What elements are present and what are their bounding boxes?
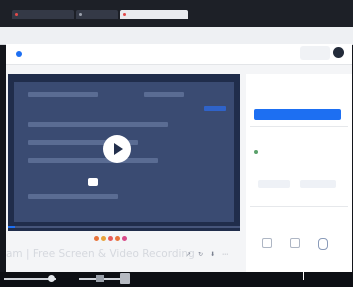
reaction-icon[interactable] (108, 236, 113, 241)
refresh-icon[interactable]: ↻ (198, 252, 204, 258)
video-content-line (28, 194, 118, 199)
reaction-icon[interactable] (115, 236, 120, 241)
video-content-button (204, 106, 226, 111)
speed-option-selected[interactable] (88, 178, 98, 186)
privacy-option-button[interactable] (300, 180, 336, 188)
header-button[interactable] (300, 46, 330, 60)
video-progress-bar[interactable] (8, 226, 240, 228)
browser-tab-active[interactable] (120, 10, 188, 19)
speed-option[interactable] (70, 178, 84, 186)
edit-icon[interactable] (290, 238, 300, 248)
browser-tab[interactable] (12, 10, 74, 19)
logo-icon[interactable] (16, 51, 22, 57)
address-bar[interactable] (0, 27, 353, 45)
video-progress-fill (8, 226, 15, 228)
speed-option[interactable] (116, 178, 126, 186)
video-content-line (28, 92, 98, 97)
reaction-icon[interactable] (94, 236, 99, 241)
video-title: am | Free Screen & Video Recording (6, 248, 195, 260)
privacy-card (250, 134, 348, 207)
video-content-line (28, 158, 158, 163)
video-content-line (144, 92, 184, 97)
speed-option[interactable] (130, 178, 140, 186)
avatar[interactable] (333, 47, 344, 58)
more-icon[interactable]: ⋯ (222, 252, 228, 258)
video-content-line (28, 122, 168, 127)
browser-tab-bar (0, 0, 353, 27)
reaction-icon[interactable] (122, 236, 127, 241)
recording-cursor-marker (303, 270, 304, 280)
download-icon[interactable]: ⬇ (210, 252, 216, 258)
tab-favicon-icon (79, 13, 82, 16)
visibility-icon (254, 150, 258, 154)
trim-icon[interactable] (262, 238, 272, 248)
playback-speed-selector (70, 178, 166, 188)
browser-tab[interactable] (76, 10, 118, 19)
microphone-icon[interactable] (318, 238, 328, 250)
play-icon (114, 143, 123, 155)
privacy-option-button[interactable] (258, 180, 290, 188)
tab-favicon-icon (123, 13, 126, 16)
speed-option[interactable] (102, 178, 112, 186)
recording-slider-handle[interactable] (48, 275, 55, 282)
sign-in-button[interactable] (254, 109, 341, 120)
reaction-icon[interactable] (101, 236, 106, 241)
share-icon[interactable]: ↗ (186, 252, 192, 258)
recording-slider-marker (96, 275, 104, 282)
recording-slider-handle[interactable] (120, 273, 130, 284)
tab-favicon-icon (15, 13, 18, 16)
